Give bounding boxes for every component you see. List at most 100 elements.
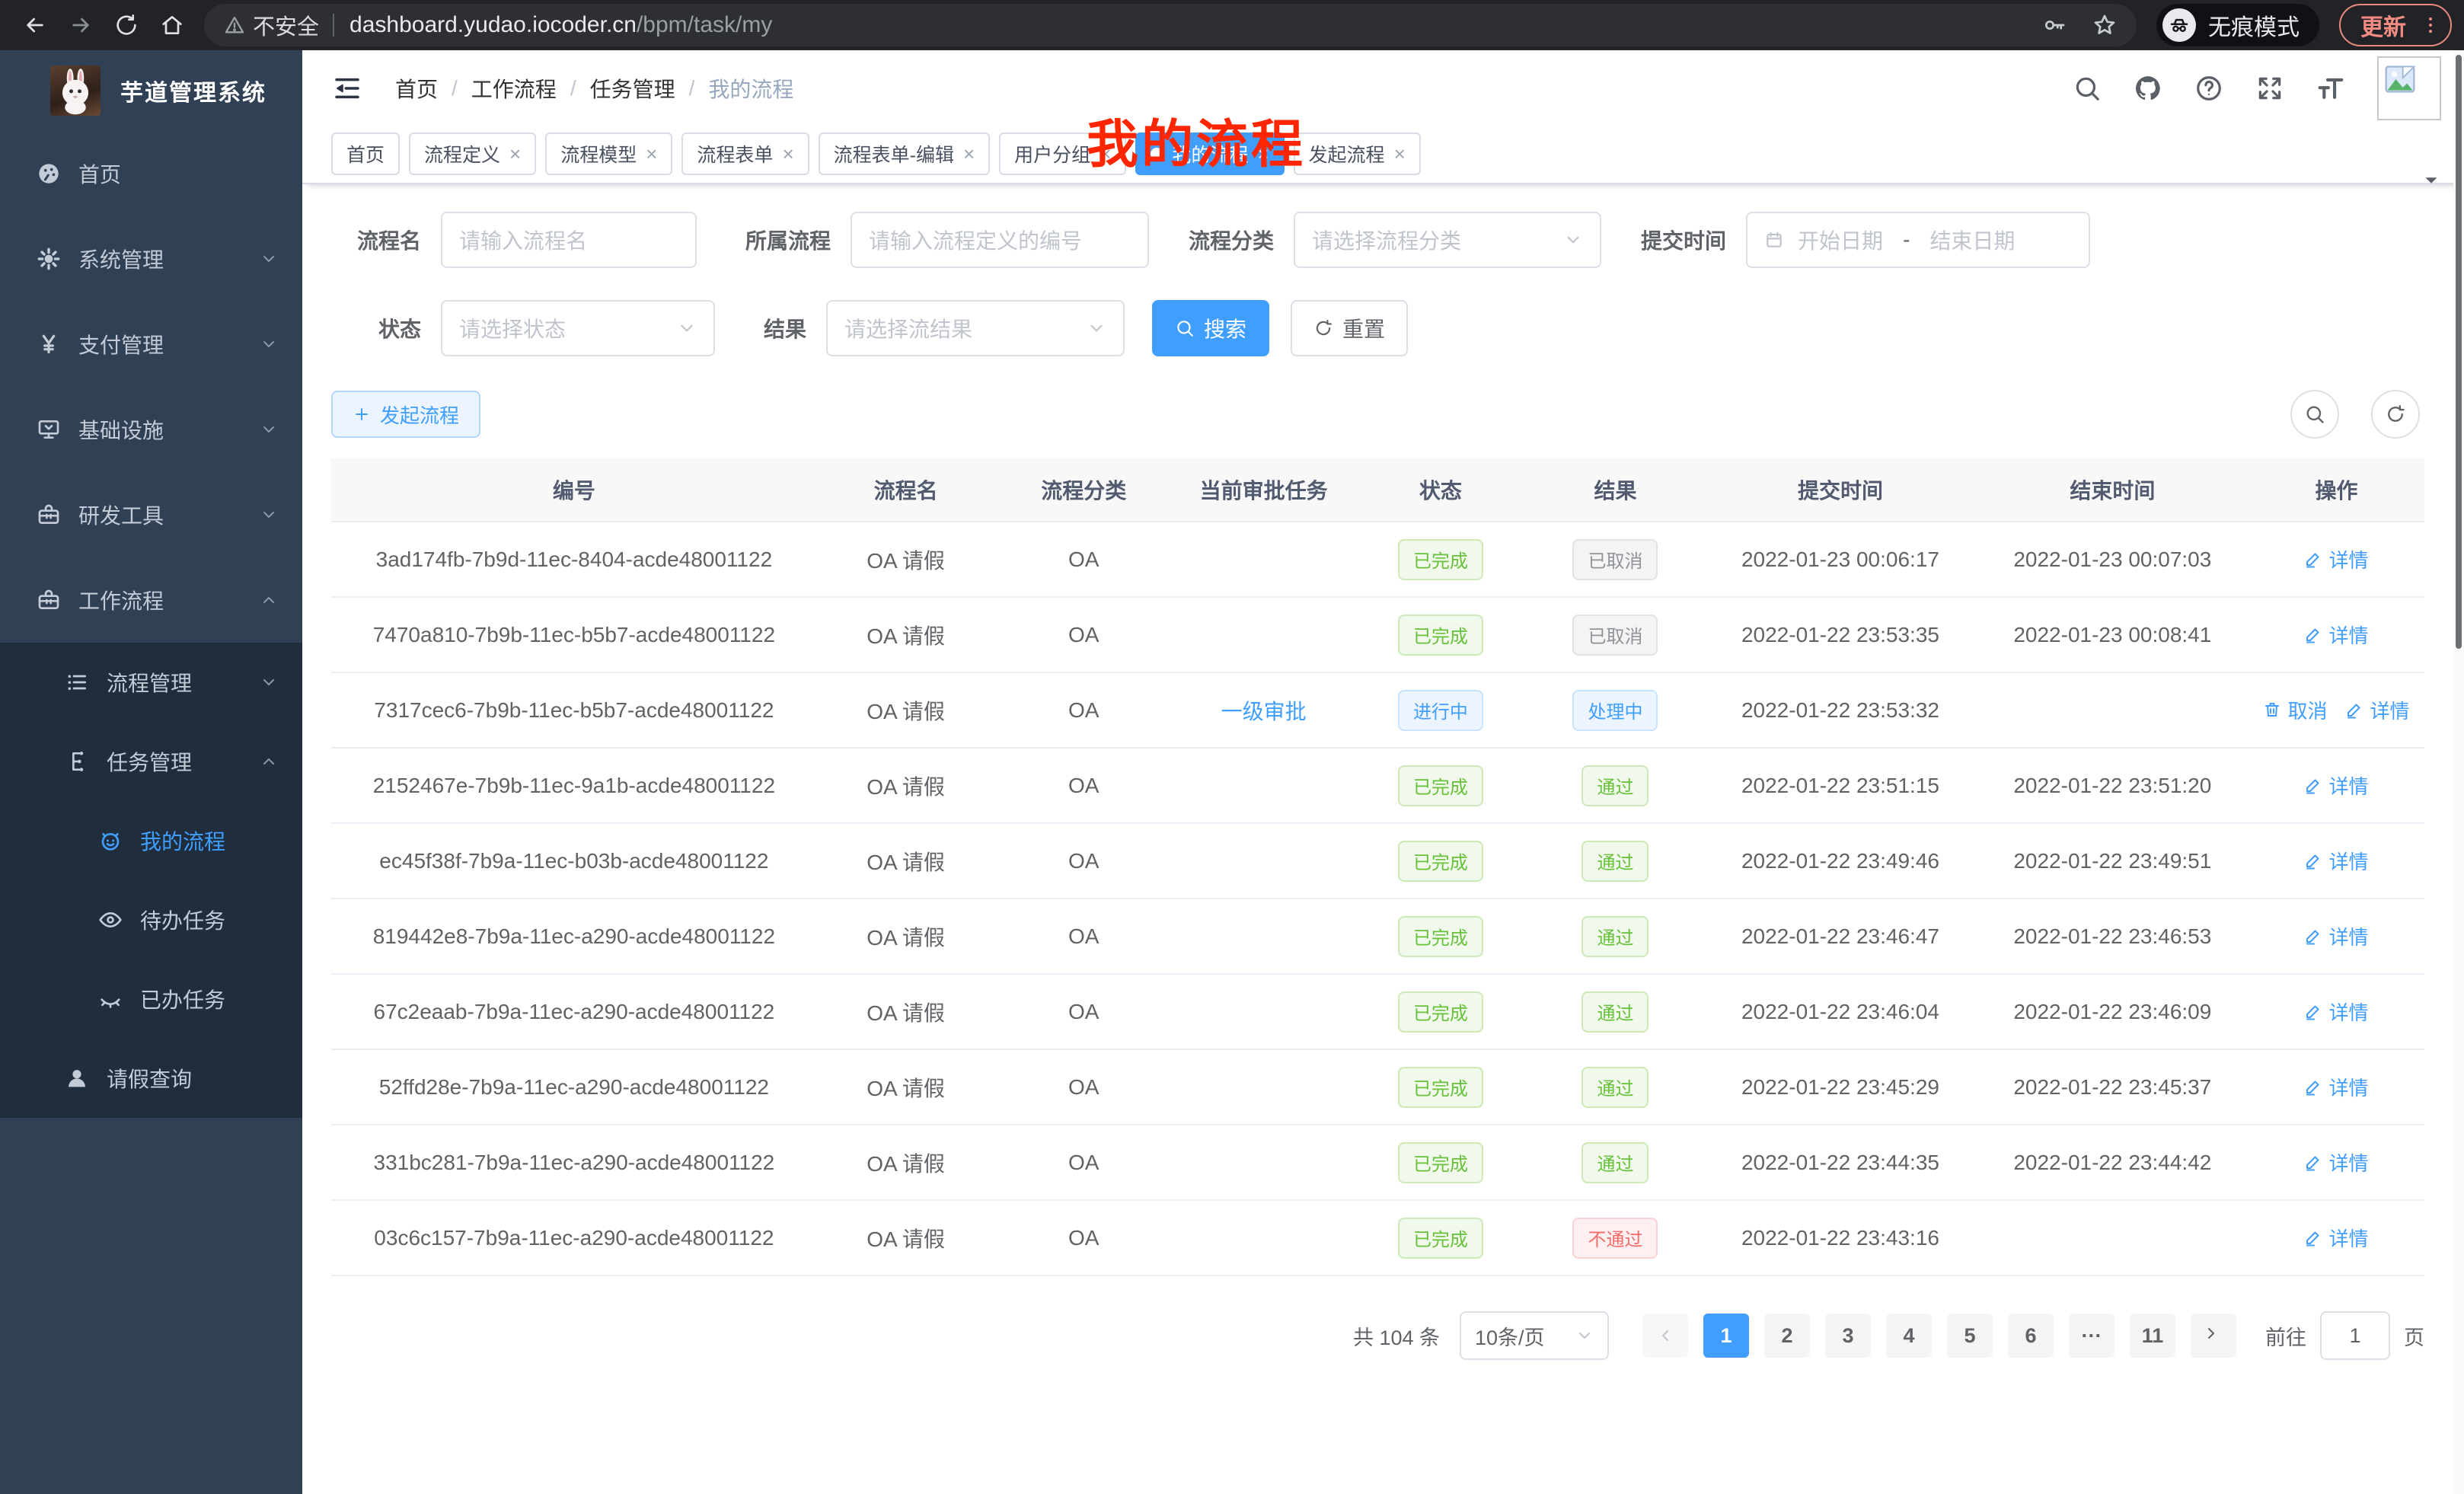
sidebar-logo-row[interactable]: 芋道管理系统: [0, 50, 302, 131]
tab-首页[interactable]: 首页: [331, 132, 400, 175]
menu-dots-icon[interactable]: [2420, 14, 2441, 36]
action-详情[interactable]: 详情: [2304, 621, 2368, 649]
github-icon[interactable]: [2134, 74, 2162, 103]
page-button-2[interactable]: 2: [1764, 1314, 1810, 1358]
page-scrollbar[interactable]: [2453, 50, 2464, 1494]
table-row: 52ffd28e-7b9a-11ec-a290-acde48001122OA 请…: [331, 1050, 2424, 1125]
sidebar-item-工作流程[interactable]: 工作流程: [0, 557, 302, 643]
sidebar-item-系统管理[interactable]: 系统管理: [0, 216, 302, 302]
page-ellipsis[interactable]: ···: [2069, 1314, 2115, 1358]
cell-name: OA 请假: [817, 544, 995, 575]
sidebar-item-研发工具[interactable]: 研发工具: [0, 472, 302, 557]
status-select[interactable]: 请选择状态: [441, 300, 715, 356]
cell-name: OA 请假: [817, 846, 995, 876]
result-badge: 通过: [1581, 916, 1649, 957]
action-详情[interactable]: 详情: [2304, 545, 2368, 573]
breadcrumb-item[interactable]: 首页: [395, 73, 438, 104]
page-button-3[interactable]: 3: [1825, 1314, 1871, 1358]
flow-icon: [64, 749, 90, 774]
home-icon[interactable]: [155, 8, 190, 43]
breadcrumb: 首页/工作流程/任务管理/我的流程: [395, 73, 793, 104]
sidebar-item-支付管理[interactable]: 支付管理: [0, 302, 302, 387]
font-size-icon[interactable]: [2316, 74, 2345, 103]
next-page-button[interactable]: [2191, 1314, 2236, 1358]
status-badge: 已完成: [1398, 539, 1483, 580]
security-label[interactable]: 不安全: [253, 9, 319, 41]
sidebar-item-请假查询[interactable]: 请假查询: [0, 1039, 302, 1118]
chevron-down-icon: [260, 673, 278, 691]
back-icon[interactable]: [18, 8, 53, 43]
create-process-button[interactable]: 发起流程: [331, 391, 480, 438]
url-bar[interactable]: 不安全 dashboard.yudao.iocoder.cn/bpm/task/…: [204, 4, 2137, 46]
search-button[interactable]: 搜索: [1152, 300, 1269, 356]
tab-流程表单-编辑[interactable]: 流程表单-编辑×: [819, 132, 991, 175]
page-button-1[interactable]: 1: [1703, 1314, 1749, 1358]
scrollbar-thumb[interactable]: [2456, 55, 2462, 649]
sidebar-item-已办任务[interactable]: 已办任务: [0, 959, 302, 1039]
breadcrumb-item[interactable]: 工作流程: [471, 73, 557, 104]
cell-category: OA: [994, 1075, 1173, 1100]
avatar-caret-down-icon[interactable]: [2420, 169, 2443, 196]
tab-流程定义[interactable]: 流程定义×: [409, 132, 536, 175]
action-详情[interactable]: 详情: [2304, 998, 2368, 1026]
tab-流程表单[interactable]: 流程表单×: [681, 132, 809, 175]
fullscreen-icon[interactable]: [2255, 74, 2284, 103]
action-详情[interactable]: 详情: [2304, 771, 2368, 800]
toggle-search-button[interactable]: [2290, 390, 2339, 439]
close-icon[interactable]: ×: [1394, 142, 1406, 166]
reload-icon[interactable]: [109, 8, 144, 43]
update-label[interactable]: 更新: [2360, 8, 2406, 42]
cell-category: OA: [994, 1000, 1173, 1024]
help-icon[interactable]: [2194, 74, 2223, 103]
current-task-link[interactable]: 一级审批: [1221, 700, 1307, 723]
action-详情[interactable]: 详情: [2304, 1148, 2368, 1176]
date-end-placeholder: 结束日期: [1929, 225, 2015, 255]
reset-button[interactable]: 重置: [1291, 300, 1408, 356]
close-icon[interactable]: ×: [782, 142, 793, 166]
sidebar-item-基础设施[interactable]: 基础设施: [0, 387, 302, 472]
process-name-input[interactable]: 请输入流程名: [441, 212, 697, 268]
action-详情[interactable]: 详情: [2304, 1224, 2368, 1252]
page-button-4[interactable]: 4: [1886, 1314, 1932, 1358]
goto-page-input[interactable]: 1: [2320, 1311, 2390, 1360]
search-icon[interactable]: [2073, 74, 2102, 103]
cell-result: 已取消: [1527, 539, 1705, 580]
page-button-5[interactable]: 5: [1947, 1314, 1993, 1358]
cell-result: 通过: [1527, 841, 1705, 882]
close-icon[interactable]: ×: [646, 142, 657, 166]
cell-status: 已完成: [1355, 765, 1526, 806]
refresh-table-button[interactable]: [2371, 390, 2420, 439]
sidebar-item-首页[interactable]: 首页: [0, 131, 302, 216]
breadcrumb-item[interactable]: 任务管理: [590, 73, 675, 104]
action-取消[interactable]: 取消: [2263, 696, 2327, 724]
forward-icon[interactable]: [63, 8, 98, 43]
prev-page-button[interactable]: [1642, 1314, 1688, 1358]
date-range-picker[interactable]: 开始日期 - 结束日期: [1746, 212, 2090, 268]
page-button-6[interactable]: 6: [2008, 1314, 2054, 1358]
sidebar-item-待办任务[interactable]: 待办任务: [0, 880, 302, 959]
action-详情[interactable]: 详情: [2345, 696, 2409, 724]
action-详情[interactable]: 详情: [2304, 847, 2368, 875]
page-button-11[interactable]: 11: [2130, 1314, 2175, 1358]
process-definition-input[interactable]: 请输入流程定义的编号: [851, 212, 1149, 268]
action-详情[interactable]: 详情: [2304, 1073, 2368, 1101]
close-icon[interactable]: ×: [509, 142, 521, 166]
close-icon[interactable]: ×: [963, 142, 975, 166]
sidebar-item-我的流程[interactable]: 我的流程: [0, 801, 302, 880]
avatar[interactable]: [2377, 56, 2441, 120]
category-select[interactable]: 请选择流程分类: [1294, 212, 1601, 268]
cell-end_time: 2022-01-22 23:46:09: [1977, 1000, 2249, 1024]
star-icon[interactable]: [2092, 13, 2117, 37]
sidebar-item-label: 首页: [78, 158, 121, 189]
tab-发起流程[interactable]: 发起流程×: [1294, 132, 1421, 175]
key-icon[interactable]: [2042, 13, 2067, 37]
result-select[interactable]: 请选择流结果: [826, 300, 1125, 356]
tab-流程模型[interactable]: 流程模型×: [545, 132, 672, 175]
action-详情[interactable]: 详情: [2304, 922, 2368, 950]
sidebar-item-流程管理[interactable]: 流程管理: [0, 643, 302, 722]
hamburger-icon[interactable]: [331, 72, 363, 104]
sidebar-item-任务管理[interactable]: 任务管理: [0, 722, 302, 801]
cell-submit_time: 2022-01-22 23:53:35: [1704, 623, 1976, 647]
chrome-update-button[interactable]: 更新: [2339, 4, 2452, 46]
page-size-select[interactable]: 10条/页: [1460, 1311, 1609, 1360]
